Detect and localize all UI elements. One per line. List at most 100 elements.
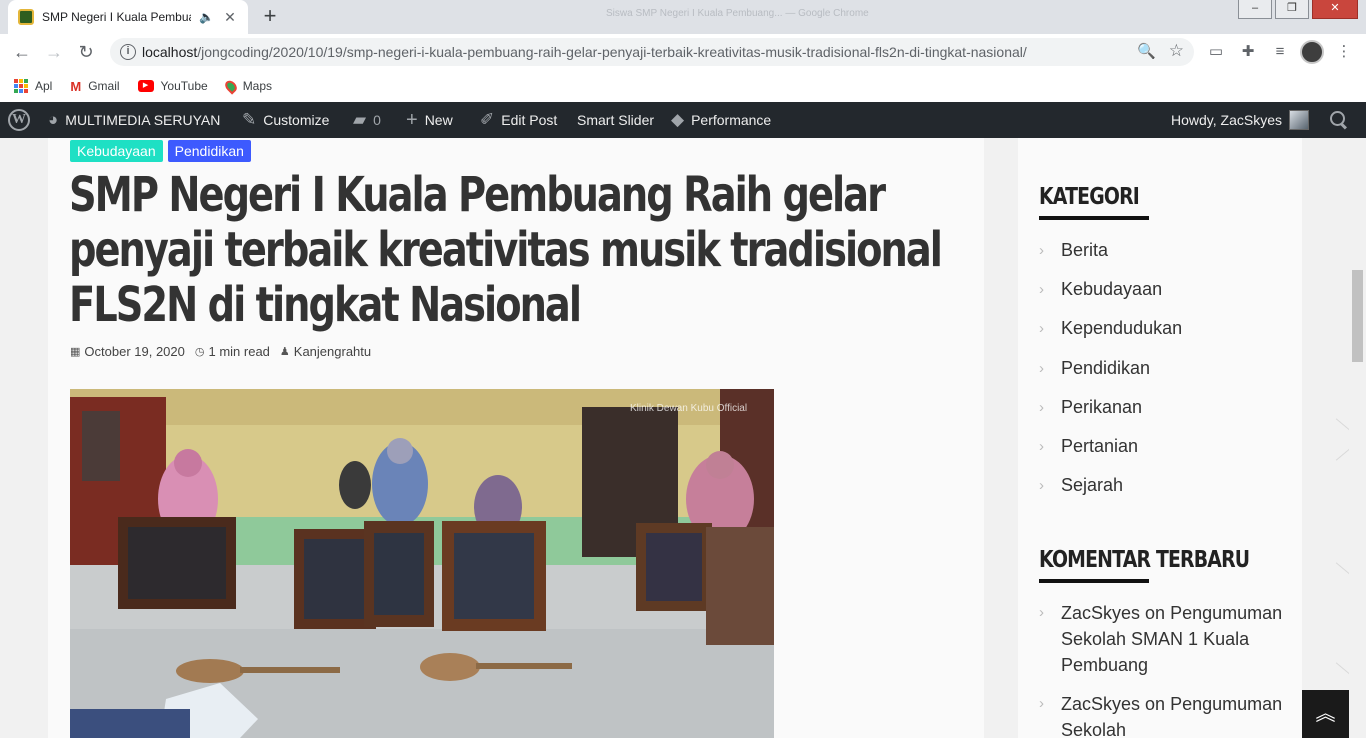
address-bar[interactable]: i localhost/jongcoding/2020/10/19/smp-ne…	[110, 38, 1194, 66]
site-name-link[interactable]: ◕ MULTIMEDIA SERUYAN	[48, 102, 220, 138]
profile-avatar[interactable]	[1300, 40, 1324, 64]
new-tab-button[interactable]: +	[256, 4, 284, 30]
wordpress-logo-icon: W	[8, 109, 30, 131]
chevron-right-icon: ›	[1039, 398, 1044, 416]
page-content: Kebudayaan Pendidikan SMP Negeri I Kuala…	[0, 138, 1366, 738]
chevron-right-icon: ›	[1039, 477, 1044, 495]
edit-post-label: Edit Post	[501, 112, 558, 128]
new-label: New	[424, 112, 453, 128]
performance-cube-icon: ◆	[671, 110, 685, 129]
plus-icon: +	[406, 108, 418, 131]
extension-chat-icon[interactable]: ▭	[1206, 42, 1226, 62]
chevron-right-icon: ›	[1039, 320, 1044, 338]
forward-arrow-icon[interactable]: →	[40, 38, 68, 66]
chevron-right-icon: ›	[1039, 359, 1044, 377]
category-tag-kebudayaan[interactable]: Kebudayaan	[70, 140, 163, 162]
bookmark-star-icon[interactable]: ☆	[1169, 41, 1184, 61]
media-playlist-icon[interactable]: ≡	[1270, 42, 1290, 62]
chevron-up-icon: ︽	[1315, 703, 1336, 725]
category-label: Kebudayaan	[1061, 279, 1163, 300]
maximize-button[interactable]: ❐	[1275, 0, 1309, 19]
edit-post-link[interactable]: ✐ Edit Post	[480, 102, 557, 138]
recent-comment-item: › ZacSkyes on Pengumuman Sekolah	[1039, 691, 1289, 738]
bookmark-label: Maps	[242, 79, 273, 93]
customize-label: Customize	[263, 112, 330, 128]
reload-icon[interactable]: ↻	[72, 38, 100, 66]
new-content-link[interactable]: + New	[406, 102, 453, 138]
bookmark-apps[interactable]: Apl	[14, 79, 52, 93]
performance-link[interactable]: ◆ Performance	[671, 102, 771, 138]
site-favicon-icon	[18, 9, 34, 25]
category-label: Pertanian	[1061, 436, 1139, 457]
my-account-link[interactable]: Howdy, ZacSkyes	[1171, 102, 1309, 138]
clock-icon: ◷	[194, 346, 205, 358]
recent-comment-item: › ZacSkyes on Pengumuman Sekolah SMAN 1 …	[1039, 600, 1289, 678]
back-arrow-icon[interactable]: ←	[8, 38, 36, 66]
category-label: Pendidikan	[1061, 357, 1151, 378]
smart-slider-link[interactable]: Smart Slider	[577, 102, 654, 138]
comment-author-link[interactable]: ZacSkyes	[1061, 603, 1140, 623]
calendar-icon: ▦	[70, 346, 81, 358]
gmail-icon: M	[70, 78, 82, 94]
comment-author-link[interactable]: ZacSkyes	[1061, 694, 1140, 714]
customize-link[interactable]: ✎ Customize	[242, 102, 329, 138]
comments-link[interactable]: ▰ 0	[353, 102, 381, 138]
scroll-to-top-button[interactable]: ︽	[1302, 690, 1349, 738]
apps-grid-icon	[14, 79, 28, 93]
url-text[interactable]: localhost/jongcoding/2020/10/19/smp-nege…	[142, 44, 1027, 60]
pencil-icon: ✐	[480, 110, 495, 129]
chevron-right-icon: ›	[1039, 695, 1044, 712]
category-tag-pendidikan[interactable]: Pendidikan	[167, 140, 251, 162]
scrollbar-thumb[interactable]	[1352, 270, 1363, 362]
search-icon[interactable]	[1330, 111, 1346, 127]
kategori-widget-title: KATEGORI	[1039, 184, 1140, 210]
recent-comment-text: ZacSkyes on Pengumuman Sekolah	[1061, 691, 1289, 738]
category-item[interactable]: › Sejarah	[1039, 466, 1289, 505]
bookmark-youtube[interactable]: ▶ YouTube	[137, 79, 208, 93]
tab-title: SMP Negeri I Kuala Pembuang Raih gelar p…	[42, 10, 191, 24]
featured-image-svg: Klinik Dewan Kubu Official	[70, 389, 774, 738]
window-controls: – ❐ ✕	[1238, 0, 1358, 19]
comment-on: on	[1145, 603, 1166, 623]
chevron-right-icon: ›	[1039, 242, 1044, 260]
speaker-icon[interactable]: 🔈	[199, 10, 214, 24]
category-item[interactable]: › Kebudayaan	[1039, 270, 1289, 309]
extensions-puzzle-icon[interactable]: ✚	[1238, 42, 1258, 62]
article-title: SMP Negeri I Kuala Pembuang Raih gelar p…	[69, 167, 943, 333]
image-watermark: Klinik Dewan Kubu Official	[630, 403, 747, 414]
close-window-button[interactable]: ✕	[1312, 0, 1358, 19]
close-tab-icon[interactable]: ✕	[222, 9, 238, 26]
post-date[interactable]: ▦ October 19, 2020	[70, 344, 185, 359]
zoom-icon[interactable]: 🔍	[1137, 42, 1156, 60]
category-label: Kependudukan	[1061, 318, 1183, 339]
category-tags: Kebudayaan Pendidikan	[70, 140, 251, 162]
performance-label: Performance	[691, 112, 772, 128]
smart-slider-label: Smart Slider	[577, 112, 655, 128]
browser-tab-active[interactable]: SMP Negeri I Kuala Pembuang Raih gelar p…	[8, 0, 248, 34]
read-time: ◷ 1 min read	[195, 344, 270, 359]
category-item[interactable]: › Kependudukan	[1039, 309, 1289, 348]
category-item[interactable]: › Pendidikan	[1039, 349, 1289, 388]
wordpress-logo-button[interactable]: W	[8, 102, 30, 138]
category-item[interactable]: › Berita	[1039, 231, 1289, 270]
howdy-label: Howdy, ZacSkyes	[1171, 112, 1282, 128]
recent-comments-list: › ZacSkyes on Pengumuman Sekolah SMAN 1 …	[1039, 600, 1289, 738]
bookmarks-bar: Apl M Gmail ▶ YouTube Maps	[0, 70, 1366, 102]
site-info-icon[interactable]: i	[120, 44, 136, 60]
post-author[interactable]: ♟ Kanjengrahtu	[280, 344, 371, 359]
read-time-text: 1 min read	[208, 344, 270, 359]
page-scrollbar[interactable]	[1349, 138, 1366, 738]
category-label: Perikanan	[1061, 396, 1143, 417]
dashboard-gauge-icon: ◕	[48, 110, 59, 129]
bookmark-gmail[interactable]: M Gmail	[70, 79, 119, 94]
chrome-menu-icon[interactable]: ⋮	[1334, 42, 1354, 62]
url-path: /jongcoding/2020/10/19/smp-negeri-i-kual…	[197, 44, 1027, 60]
category-item[interactable]: › Pertanian	[1039, 427, 1289, 466]
paintbrush-icon: ✎	[242, 110, 257, 129]
maps-pin-icon	[222, 77, 239, 95]
minimize-button[interactable]: –	[1238, 0, 1272, 19]
category-item[interactable]: › Perikanan	[1039, 388, 1289, 427]
url-host: localhost	[142, 44, 198, 60]
article-meta: ▦ October 19, 2020 ◷ 1 min read ♟ Kanjen…	[70, 344, 371, 359]
bookmark-maps[interactable]: Maps	[222, 77, 273, 95]
